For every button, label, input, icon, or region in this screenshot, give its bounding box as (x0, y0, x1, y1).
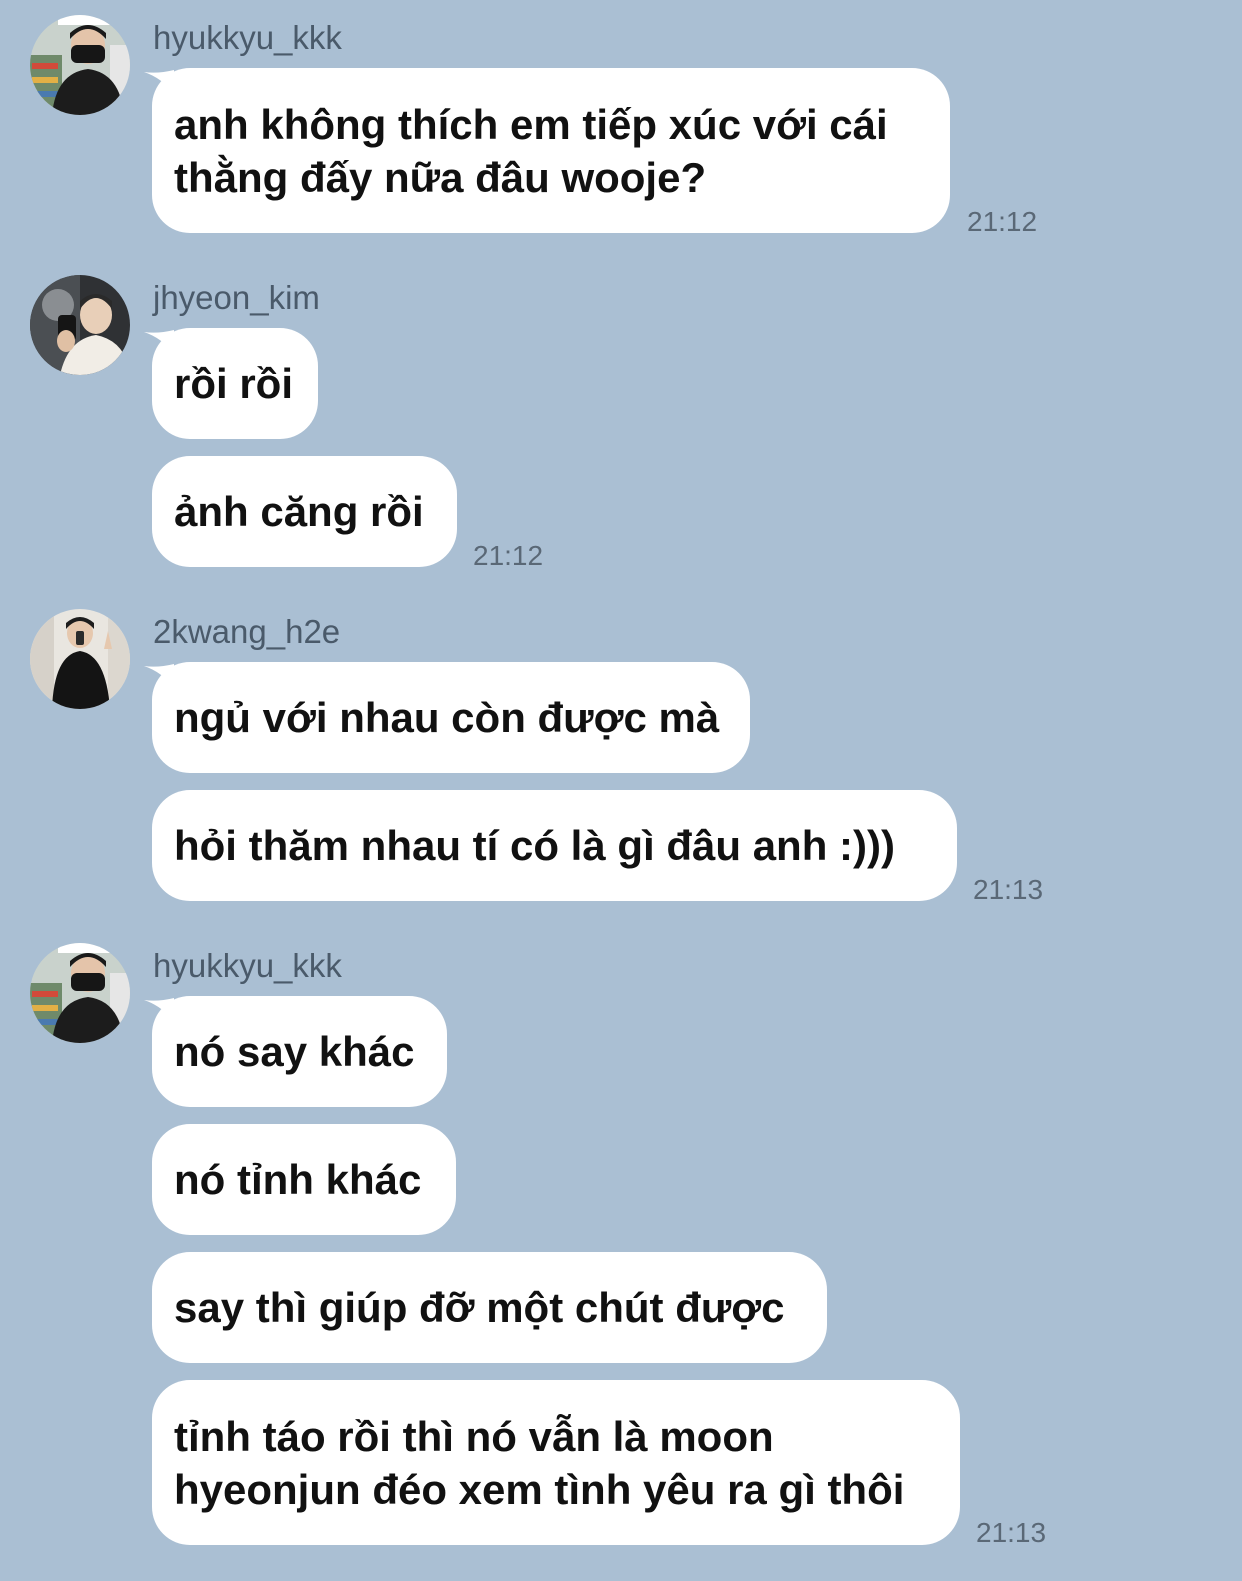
message-timestamp: 21:12 (473, 540, 544, 571)
message-bubble[interactable]: nó tỉnh khác (152, 1124, 456, 1235)
message-bubble[interactable]: tỉnh táo rồi thì nó vẫn là moon hyeonjun… (152, 1380, 960, 1545)
profile-photo-masked-man-icon (30, 15, 130, 115)
profile-photo-mirror-selfie-icon (30, 275, 130, 375)
avatar-hyukkyu-kkk[interactable] (30, 943, 130, 1043)
message-timestamp: 21:13 (973, 874, 1044, 905)
message-bubble[interactable]: ảnh căng rồi (152, 456, 457, 567)
sender-name[interactable]: 2kwang_h2e (153, 612, 340, 652)
message-timestamp: 21:13 (976, 1517, 1047, 1548)
message-bubble[interactable]: hỏi thăm nhau tí có là gì đâu anh :))) (152, 790, 957, 901)
avatar-jhyeon-kim[interactable] (30, 275, 130, 375)
avatar-hyukkyu-kkk[interactable] (30, 15, 130, 115)
profile-photo-masked-man-icon (30, 943, 130, 1043)
sender-name[interactable]: hyukkyu_kkk (153, 946, 342, 986)
sender-name[interactable]: jhyeon_kim (153, 278, 320, 318)
message-bubble[interactable]: rồi rồi (152, 328, 318, 439)
message-bubble[interactable]: ngủ với nhau còn được mà (152, 662, 750, 773)
avatar-2kwang-h2e[interactable] (30, 609, 130, 709)
sender-name[interactable]: hyukkyu_kkk (153, 18, 342, 58)
message-bubble[interactable]: say thì giúp đỡ một chút được (152, 1252, 827, 1363)
message-timestamp: 21:12 (967, 206, 1038, 237)
message-bubble[interactable]: nó say khác (152, 996, 447, 1107)
profile-photo-suit-selfie-icon (30, 609, 130, 709)
message-bubble[interactable]: anh không thích em tiếp xúc với cái thằn… (152, 68, 950, 233)
